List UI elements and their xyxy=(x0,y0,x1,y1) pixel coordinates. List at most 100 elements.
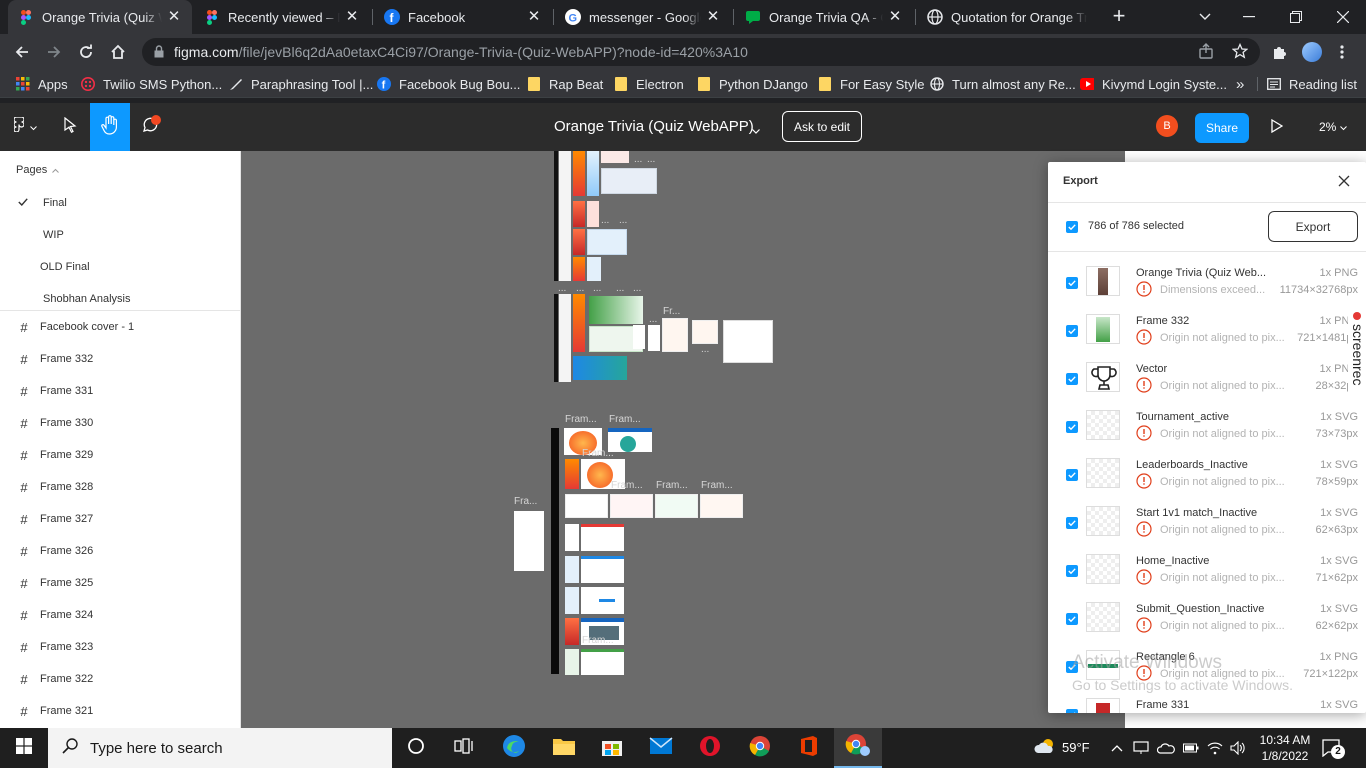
tab-figma-file[interactable]: Orange Trivia (Quiz WebAPP) – Figma ✕ xyxy=(8,0,192,34)
tab-close-icon[interactable]: ✕ xyxy=(344,9,360,25)
frame-thumbnail[interactable] xyxy=(581,556,624,583)
page-item-old-final[interactable]: OLD Final xyxy=(0,251,240,283)
file-title[interactable]: Orange Trivia (Quiz WebAPP) xyxy=(554,118,754,135)
task-view-button[interactable] xyxy=(440,728,488,768)
export-item-format[interactable]: 1x SVG xyxy=(1320,555,1358,567)
tab-figma-recent[interactable]: Recently viewed – Figma ✕ xyxy=(194,0,370,34)
bookmarks-overflow-button[interactable]: » xyxy=(1236,75,1244,93)
frame-thumbnail[interactable] xyxy=(565,587,579,614)
start-button[interactable] xyxy=(0,728,48,768)
design-canvas[interactable]: ... ... ... ... Fr... ... ... ... ... ..… xyxy=(241,151,1125,728)
frame-thumbnail[interactable] xyxy=(655,494,698,518)
pages-header[interactable]: Pages xyxy=(16,164,60,176)
bookmark-folder-electron[interactable]: Electron xyxy=(614,75,684,93)
export-item-checkbox[interactable] xyxy=(1066,373,1078,385)
minimize-button[interactable] xyxy=(1226,0,1272,34)
system-clock[interactable]: 10:34 AM 1/8/2022 xyxy=(1255,732,1315,764)
frame-thumbnail[interactable] xyxy=(573,229,585,255)
frame-thumbnail[interactable] xyxy=(573,151,585,196)
extensions-puzzle-icon[interactable] xyxy=(1267,40,1291,64)
restore-button[interactable] xyxy=(1273,0,1319,34)
frame-thumbnail[interactable] xyxy=(581,524,624,551)
bookmark-facebook-bug[interactable]: f Facebook Bug Bou... xyxy=(377,75,520,93)
layer-item[interactable]: # Frame 329 xyxy=(0,439,240,471)
frame-thumbnail[interactable] xyxy=(573,294,585,352)
layer-item[interactable]: # Frame 327 xyxy=(0,503,240,535)
frame-thumbnail[interactable] xyxy=(565,524,579,551)
taskbar-app-mail[interactable] xyxy=(637,728,685,768)
layer-item[interactable]: # Frame 328 xyxy=(0,471,240,503)
layer-item[interactable]: # Frame 331 xyxy=(0,375,240,407)
export-item-checkbox[interactable] xyxy=(1066,421,1078,433)
export-item[interactable]: Leaderboards_Inactive 1x SVG Origin not … xyxy=(1048,452,1366,500)
frame-thumbnail[interactable] xyxy=(565,494,608,518)
frame-thumbnail[interactable] xyxy=(608,428,652,452)
layer-item[interactable]: # Frame 321 xyxy=(0,695,240,727)
tab-close-icon[interactable]: ✕ xyxy=(526,9,542,25)
frame-thumbnail[interactable] xyxy=(633,325,645,349)
monitor-icon[interactable] xyxy=(1132,739,1150,757)
kebab-menu-icon[interactable] xyxy=(1330,40,1354,64)
frame-thumbnail[interactable] xyxy=(601,151,629,163)
frame-thumbnail[interactable] xyxy=(601,168,657,194)
frame-thumbnail[interactable] xyxy=(610,494,653,518)
tab-close-icon[interactable]: ✕ xyxy=(166,9,182,25)
frame-strip[interactable] xyxy=(554,294,558,382)
layer-item[interactable]: # Facebook cover - 1 xyxy=(0,311,240,343)
frame-thumbnail[interactable] xyxy=(559,294,571,382)
volume-icon[interactable] xyxy=(1229,739,1247,757)
tab-close-icon[interactable]: ✕ xyxy=(705,9,721,25)
taskbar-app-chrome-profile[interactable] xyxy=(834,728,882,768)
export-item-format[interactable]: 1x PNG xyxy=(1319,267,1358,279)
frame-thumbnail[interactable] xyxy=(581,587,624,614)
wifi-icon[interactable] xyxy=(1206,739,1224,757)
export-item-format[interactable]: 1x SVG xyxy=(1320,699,1358,711)
bookmark-apps[interactable]: Apps xyxy=(16,75,68,93)
close-icon[interactable] xyxy=(1338,174,1350,192)
page-item-wip[interactable]: WIP xyxy=(0,219,240,251)
export-item-format[interactable]: 1x SVG xyxy=(1320,411,1358,423)
bookmark-paraphrasing[interactable]: Paraphrasing Tool |... xyxy=(229,75,373,93)
tab-google-search[interactable]: G messenger - Google Search ✕ xyxy=(555,0,731,34)
frame-thumbnail[interactable] xyxy=(662,318,688,352)
taskbar-app-chrome[interactable] xyxy=(736,728,784,768)
export-item-checkbox[interactable] xyxy=(1066,709,1078,713)
hand-tool-button[interactable] xyxy=(90,103,130,151)
taskbar-app-store[interactable] xyxy=(588,728,636,768)
reading-list-button[interactable]: Reading list xyxy=(1267,75,1357,93)
export-item[interactable]: Tournament_active 1x SVG Origin not alig… xyxy=(1048,404,1366,452)
layer-item[interactable]: # Frame 323 xyxy=(0,631,240,663)
zoom-dropdown[interactable]: 2% xyxy=(1319,120,1348,134)
present-play-icon[interactable] xyxy=(1271,118,1284,138)
layer-item[interactable]: # Frame 322 xyxy=(0,663,240,695)
frame-thumbnail[interactable] xyxy=(573,356,627,380)
layer-item[interactable]: # Frame 332 xyxy=(0,343,240,375)
frame-thumbnail[interactable] xyxy=(581,649,624,675)
export-item[interactable]: Frame 332 1x PNG Origin not aligned to p… xyxy=(1048,308,1366,356)
layer-item[interactable]: # Frame 325 xyxy=(0,567,240,599)
export-item-checkbox[interactable] xyxy=(1066,517,1078,529)
close-window-button[interactable] xyxy=(1320,0,1366,34)
layer-item[interactable]: # Frame 324 xyxy=(0,599,240,631)
bookmark-kivymd[interactable]: Kivymd Login Syste... xyxy=(1080,75,1227,93)
export-item-format[interactable]: 1x SVG xyxy=(1320,459,1358,471)
move-tool-button[interactable] xyxy=(50,103,90,151)
taskbar-app-edge[interactable] xyxy=(490,728,538,768)
frame-thumbnail[interactable] xyxy=(692,320,718,344)
chevron-up-icon[interactable] xyxy=(1108,739,1126,757)
frame-thumbnail[interactable] xyxy=(648,325,660,351)
export-item-checkbox[interactable] xyxy=(1066,469,1078,481)
frame-strip[interactable] xyxy=(554,151,558,281)
export-item[interactable]: Orange Trivia (Quiz Web... 1x PNG Dimens… xyxy=(1048,260,1366,308)
frame-strip[interactable] xyxy=(551,428,559,674)
export-item-checkbox[interactable] xyxy=(1066,277,1078,289)
bookmark-folder-rap-beat[interactable]: Rap Beat xyxy=(527,75,603,93)
profile-avatar[interactable] xyxy=(1302,42,1322,62)
screenrec-badge[interactable]: screenrec xyxy=(1348,310,1366,408)
export-item[interactable]: Submit_Question_Inactive 1x SVG Origin n… xyxy=(1048,596,1366,644)
forward-button[interactable] xyxy=(40,38,68,66)
tab-facebook[interactable]: f Facebook ✕ xyxy=(374,0,552,34)
back-button[interactable] xyxy=(8,38,36,66)
layer-item[interactable]: # Frame 330 xyxy=(0,407,240,439)
export-button[interactable]: Export xyxy=(1268,211,1358,242)
